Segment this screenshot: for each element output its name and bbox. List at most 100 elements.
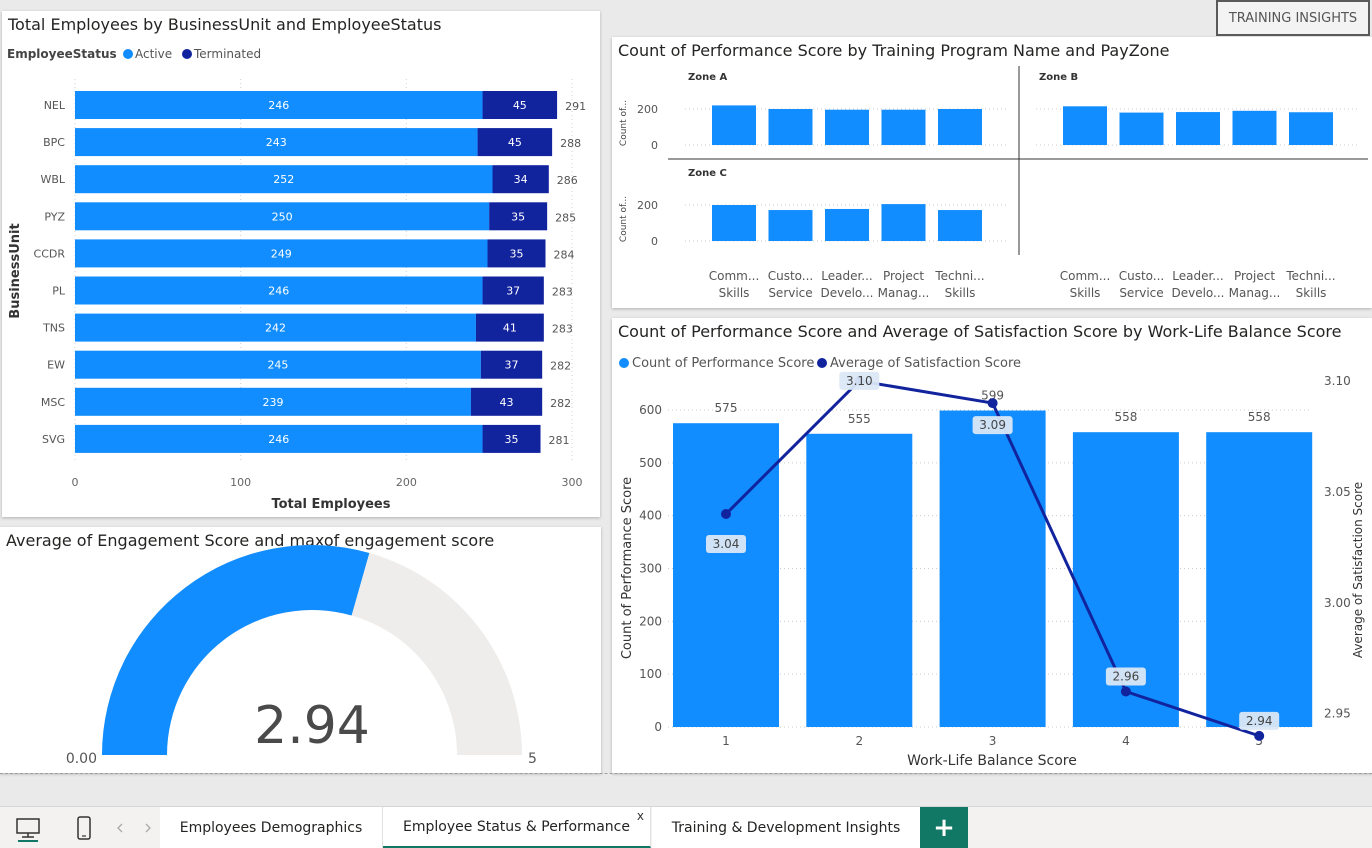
y-tick-label: 500 [639, 456, 662, 470]
x-tick-label: 100 [230, 476, 251, 489]
data-label-total: 283 [552, 286, 573, 299]
category-label: Leader... [821, 269, 873, 283]
y-right-tick-label: 2.95 [1324, 707, 1351, 721]
bar-data-label: 555 [848, 412, 871, 426]
y-right-tick-label: 3.00 [1324, 596, 1351, 610]
close-tab-icon[interactable]: x [637, 809, 644, 823]
legend-marker-active [123, 49, 133, 59]
bar-data-label: 575 [715, 401, 738, 415]
gauge-value: 2.94 [254, 696, 370, 756]
data-label-terminated: 45 [513, 99, 527, 112]
bar [1119, 112, 1164, 145]
category-label: Skills [945, 286, 976, 300]
category-label: Techni... [1285, 269, 1335, 283]
bar [673, 423, 779, 727]
bar-data-label: 558 [1114, 410, 1137, 424]
data-label-terminated: 41 [503, 322, 517, 335]
category-label: Techni... [934, 269, 984, 283]
gauge-max-label: 5 [528, 751, 537, 767]
category-label: Comm... [709, 269, 760, 283]
worklife-panel[interactable]: Count of Performance Score and Average o… [612, 318, 1372, 773]
tab-employee-status-performance[interactable]: Employee Status & Performance x [383, 807, 651, 848]
bar-data-label: 558 [1248, 410, 1271, 424]
add-page-button[interactable]: + [920, 807, 968, 848]
y-tick-label: 600 [639, 403, 662, 417]
mobile-view-icon[interactable] [68, 807, 100, 848]
training-payzone-panel[interactable]: Count of Performance Score by Training P… [612, 37, 1372, 308]
data-label-total: 288 [560, 137, 581, 150]
bar [712, 105, 756, 145]
y-axis-title: Count of... [619, 196, 629, 242]
engagement-gauge-panel[interactable]: Average of Engagement Score and maxof en… [0, 527, 601, 773]
training-insights-button[interactable]: TRAINING INSIGHTS [1216, 0, 1370, 36]
x-tick-label: 4 [1122, 734, 1130, 748]
data-label-terminated: 35 [511, 210, 525, 223]
data-label-active: 246 [268, 99, 289, 112]
employees-by-unit-panel[interactable]: Total Employees by BusinessUnit and Empl… [2, 11, 600, 517]
data-label-terminated: 34 [514, 173, 528, 186]
x-axis-title: Work-Life Balance Score [907, 753, 1077, 769]
data-label-active: 242 [265, 322, 286, 335]
data-label-active: 252 [273, 173, 294, 186]
y-tick-label: 0 [654, 720, 662, 734]
bar [1289, 112, 1333, 145]
category-label: Custo... [768, 269, 814, 283]
worklife-combo-chart[interactable]: Count of Performance Score Average of Sat… [612, 318, 1372, 773]
bar [1176, 112, 1220, 145]
category-label: Project [1234, 269, 1275, 283]
legend-marker-count [619, 358, 629, 368]
category-label: TNS [42, 322, 65, 335]
data-label-total: 282 [550, 397, 571, 410]
y-axis-title: BusinessUnit [8, 223, 23, 318]
x-tick-label: 1 [722, 734, 730, 748]
y-tick-label: 300 [639, 562, 662, 576]
y-tick-label: 200 [637, 103, 658, 116]
category-label: PL [52, 285, 66, 298]
page-bottom-divider [0, 773, 1372, 774]
chevron-right-icon[interactable] [140, 807, 156, 848]
engagement-gauge[interactable]: 2.94 0.00 5 [0, 527, 601, 773]
legend-title: EmployeeStatus [7, 47, 117, 61]
bar [768, 210, 813, 241]
line-point [1254, 730, 1265, 741]
desktop-view-icon[interactable] [10, 807, 46, 848]
panel-label: Zone A [688, 72, 728, 83]
bar [806, 433, 913, 727]
bar [1232, 110, 1277, 145]
data-label-total: 281 [549, 434, 570, 447]
y-tick-label: 0 [651, 235, 658, 248]
category-label: Develo... [820, 286, 873, 300]
employees-bar-chart[interactable]: EmployeeStatus Active Terminated 0 100 200 300… [2, 11, 600, 517]
data-label-terminated: 35 [510, 247, 524, 260]
category-label: Skills [1070, 286, 1101, 300]
tab-training-development-insights[interactable]: Training & Development Insights [652, 807, 921, 848]
line-data-label: 2.94 [1246, 714, 1273, 728]
category-label: SVG [42, 433, 65, 446]
training-small-multiples-chart[interactable]: Zone A0200Count of...Zone BZone C0200Cou… [612, 37, 1372, 308]
bar [939, 410, 1046, 727]
bar [938, 109, 982, 145]
category-label: Manag... [878, 286, 930, 300]
x-tick-label: 0 [72, 476, 79, 489]
bar [825, 109, 869, 145]
data-label-total: 291 [565, 100, 586, 113]
category-label: Leader... [1172, 269, 1224, 283]
category-label: NEL [44, 99, 66, 112]
category-label: Comm... [1060, 269, 1111, 283]
data-label-total: 282 [550, 360, 571, 373]
x-tick-label: 200 [396, 476, 417, 489]
tab-employees-demographics[interactable]: Employees Demographics [160, 807, 383, 848]
data-label-terminated: 45 [508, 136, 522, 149]
chevron-left-icon[interactable] [112, 807, 128, 848]
category-label: BPC [43, 136, 65, 149]
line-data-label: 2.96 [1113, 670, 1140, 684]
tab-label: Employees Demographics [179, 819, 363, 836]
page-tab-bar: Employees Demographics Employee Status &… [0, 806, 1372, 848]
x-tick-label: 3 [989, 734, 997, 748]
data-label-active: 250 [272, 210, 293, 223]
bar [938, 210, 982, 241]
category-label: Service [768, 286, 812, 300]
data-label-total: 283 [552, 323, 573, 336]
y-right-tick-label: 3.05 [1324, 485, 1351, 499]
y-axis-title: Count of Performance Score [620, 477, 635, 659]
